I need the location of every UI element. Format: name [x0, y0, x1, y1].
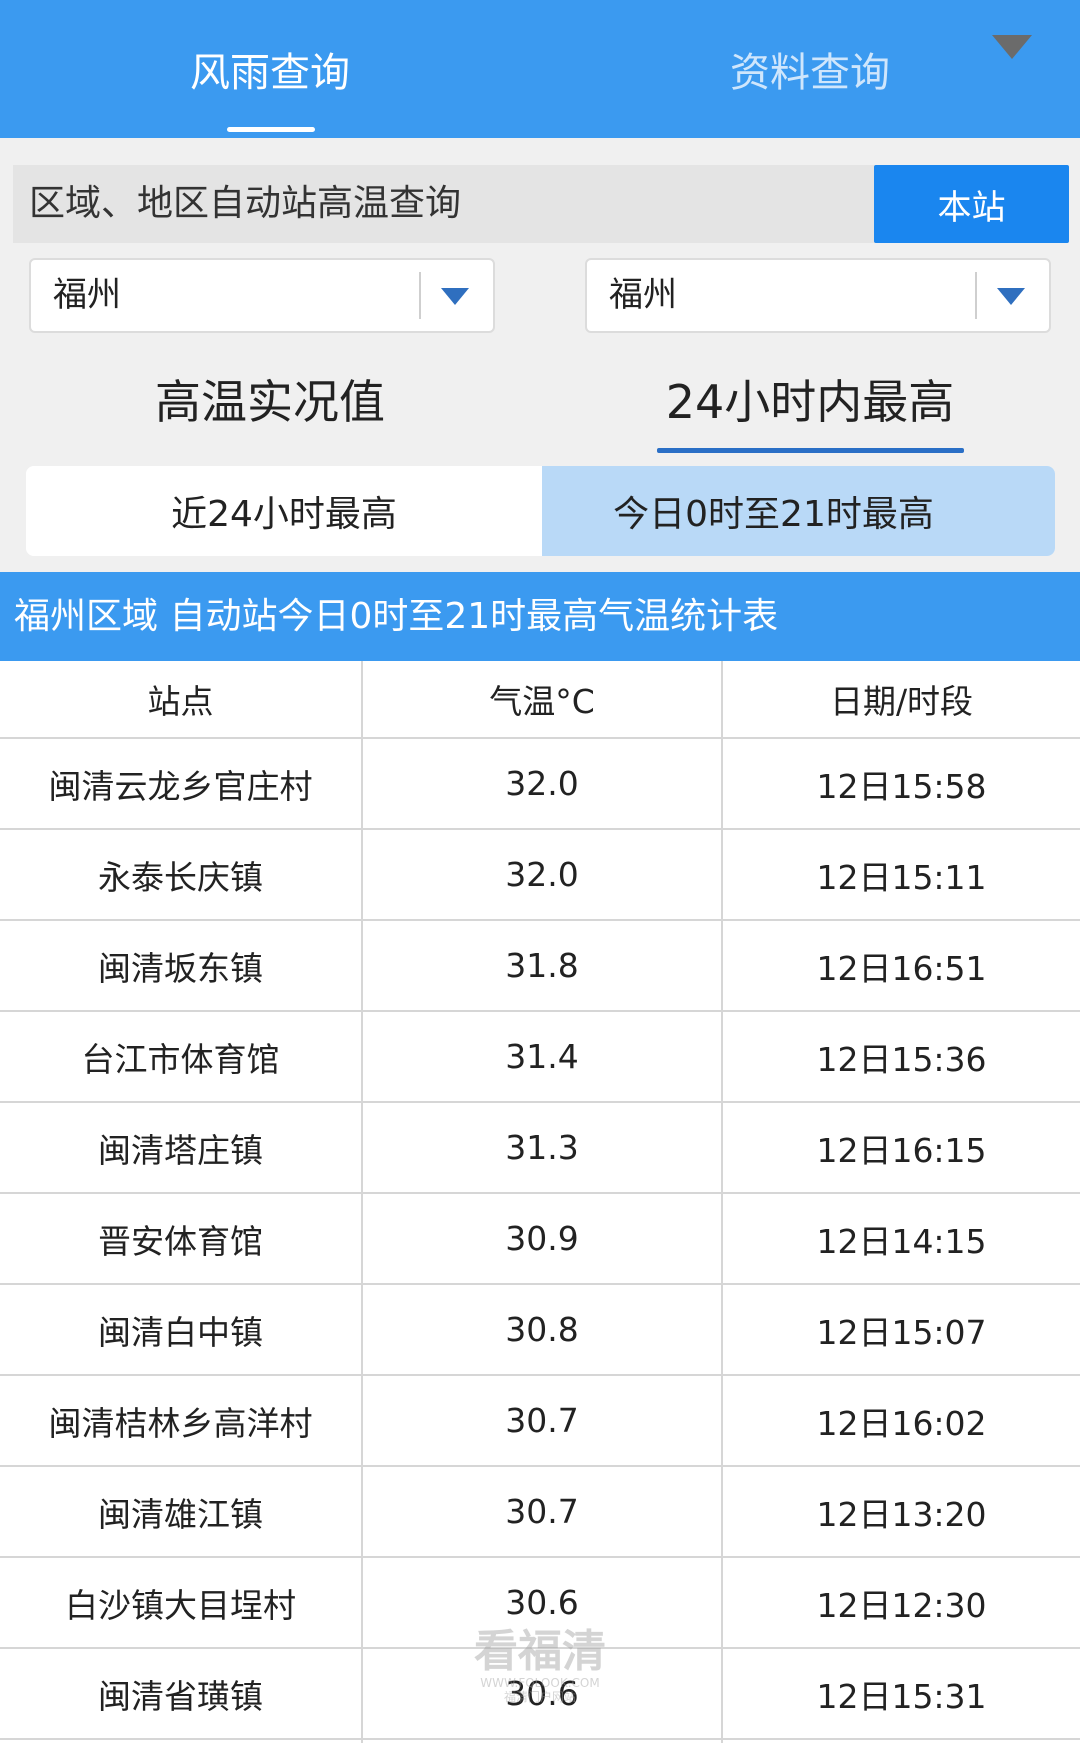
- table-row: 白沙镇大目埕村 30.6 12日12:30: [0, 1558, 1080, 1649]
- station-cell: 永泰长庆镇: [98, 857, 263, 897]
- datetime-cell: 12日15:36: [816, 1039, 987, 1079]
- datetime-cell: 12日15:11: [816, 857, 987, 897]
- station-cell: 闽清坂东镇: [98, 948, 263, 988]
- header-datetime: 日期/时段: [829, 682, 974, 721]
- area-select-value: 福州: [609, 275, 677, 315]
- select-divider: [419, 272, 421, 319]
- header-temperature: 气温°C: [489, 682, 595, 721]
- temperature-cell: 31.4: [505, 1037, 579, 1076]
- station-cell: 晋安体育馆: [98, 1221, 263, 1261]
- table-row: 闽清云龙乡官庄村 32.0 12日15:58: [0, 739, 1080, 830]
- active-tab-indicator: [227, 127, 315, 132]
- temperature-cell: 30.9: [505, 1219, 579, 1258]
- area-select[interactable]: 福州: [585, 258, 1051, 333]
- station-cell: 闽清塔庄镇: [98, 1130, 263, 1170]
- table-row: 闽清桔林乡高洋村 30.7 12日16:02: [0, 1376, 1080, 1467]
- range-option-today-0-21[interactable]: 今日0时至21时最高: [542, 466, 1055, 556]
- top-navigation-bar: 风雨查询 资料查询: [0, 0, 1080, 138]
- temperature-cell: 32.0: [505, 764, 579, 803]
- temperature-cell: 31.8: [505, 946, 579, 985]
- datetime-cell: 12日14:15: [816, 1221, 987, 1261]
- datetime-cell: 12日15:31: [816, 1676, 987, 1716]
- station-cell: 闽清白中镇: [98, 1312, 263, 1352]
- time-range-selector: 近24小时最高 今日0时至21时最高: [26, 466, 1055, 556]
- station-cell: 闽清省璜镇: [98, 1676, 263, 1716]
- temperature-cell: 30.7: [505, 1401, 579, 1440]
- temperature-cell: 32.0: [505, 855, 579, 894]
- header-station: 站点: [147, 682, 214, 721]
- table-row: 台江市体育馆 31.4 12日15:36: [0, 1012, 1080, 1103]
- temperature-cell: 30.8: [505, 1310, 579, 1349]
- datetime-cell: 12日15:58: [816, 766, 987, 806]
- temperature-cell: 30.6: [505, 1674, 579, 1713]
- tab-data-query[interactable]: 资料查询: [540, 0, 1080, 138]
- select-divider: [975, 272, 977, 319]
- table-row: 永泰长庆镇 32.0 12日15:11: [0, 830, 1080, 921]
- temperature-cell: 30.7: [505, 1492, 579, 1531]
- datetime-cell: 12日15:07: [816, 1312, 987, 1352]
- table-title: 福州区域 自动站今日0时至21时最高气温统计表: [0, 572, 1080, 661]
- tab-high-temp-live[interactable]: 高温实况值: [120, 362, 420, 442]
- station-cell: 白沙镇大目埕村: [65, 1585, 296, 1625]
- dropdown-arrow-icon[interactable]: [997, 288, 1025, 305]
- station-cell: 闽清桔林乡高洋村: [48, 1403, 313, 1443]
- datetime-cell: 12日16:15: [816, 1130, 987, 1170]
- temperature-cell: 31.3: [505, 1128, 579, 1167]
- table-row: 闽清坂东镇 31.8 12日16:51: [0, 921, 1080, 1012]
- table-row: 闽清塔庄镇 31.3 12日16:15: [0, 1103, 1080, 1194]
- tab-wind-rain-query[interactable]: 风雨查询: [0, 0, 540, 138]
- range-dropdown-icon[interactable]: [992, 35, 1032, 59]
- station-cell: 闽清云龙乡官庄村: [48, 766, 313, 806]
- region-select-value: 福州: [53, 275, 121, 315]
- tab-24h-max[interactable]: 24小时内最高: [640, 362, 980, 442]
- temperature-cell: 30.6: [505, 1583, 579, 1622]
- dropdown-arrow-icon[interactable]: [441, 288, 469, 305]
- table-row: 闽清雄江镇 30.7 12日13:20: [0, 1467, 1080, 1558]
- mode-tab-indicator: [657, 448, 964, 453]
- local-station-button[interactable]: 本站: [874, 165, 1069, 243]
- table-row: 闽清白中镇 30.8 12日15:07: [0, 1285, 1080, 1376]
- table-row: 闽清省璜镇 30.6 12日15:31: [0, 1649, 1080, 1740]
- station-cell: 台江市体育馆: [81, 1039, 280, 1079]
- datetime-cell: 12日12:30: [816, 1585, 987, 1625]
- table-row: 晋安体育馆 30.9 12日14:15: [0, 1194, 1080, 1285]
- datetime-cell: 12日16:51: [816, 948, 987, 988]
- datetime-cell: 12日13:20: [816, 1494, 987, 1534]
- query-title: 区域、地区自动站高温查询: [29, 183, 462, 224]
- station-cell: 闽清雄江镇: [98, 1494, 263, 1534]
- datetime-cell: 12日16:02: [816, 1403, 987, 1443]
- table-header-row: 站点 气温°C 日期/时段: [0, 661, 1080, 739]
- range-option-last-24h[interactable]: 近24小时最高: [26, 466, 542, 556]
- region-select[interactable]: 福州: [29, 258, 495, 333]
- temperature-table: 站点 气温°C 日期/时段 闽清云龙乡官庄村 32.0 12日15:58 永泰长庆镇 3…: [0, 661, 1080, 1743]
